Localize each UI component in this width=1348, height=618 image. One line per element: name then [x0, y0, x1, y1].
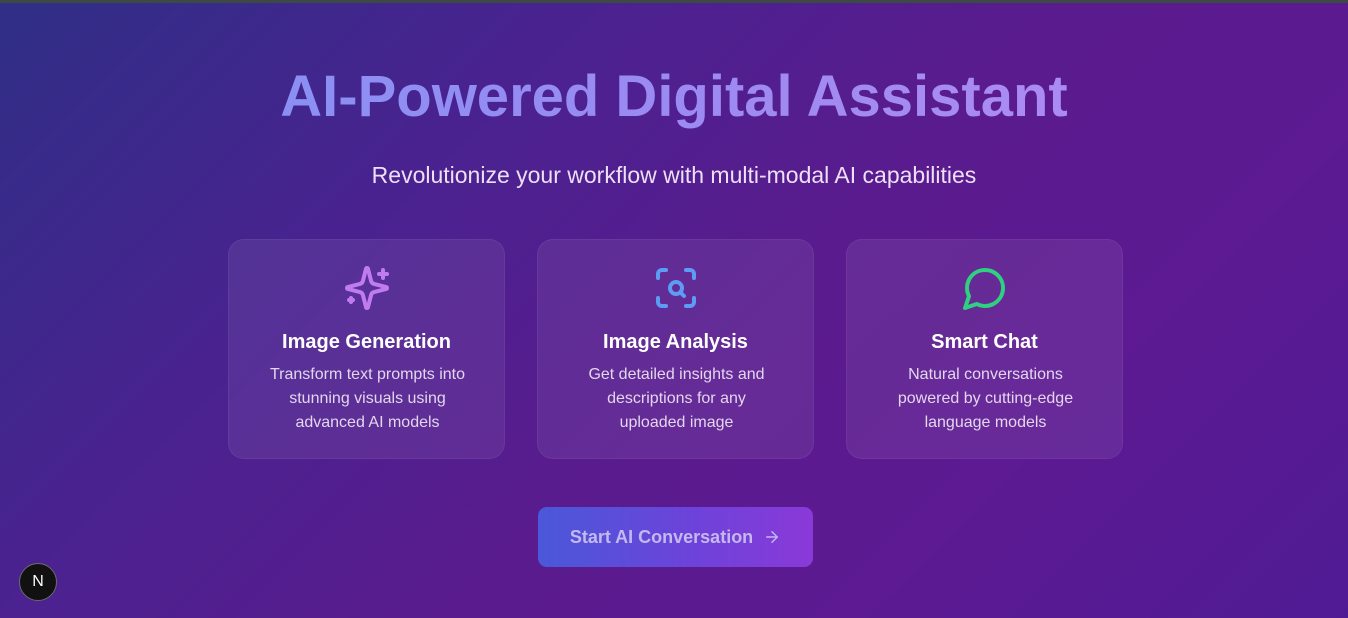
feature-card-image-analysis: Image Analysis Get detailed insights and… [537, 239, 814, 459]
nextjs-dev-badge[interactable]: N [19, 563, 57, 601]
sparkles-icon [344, 266, 389, 310]
feature-description: Get detailed insights and descriptions f… [588, 366, 765, 431]
browser-top-border [0, 0, 1348, 3]
feature-card-smart-chat: Smart Chat Natural conversations powered… [846, 239, 1123, 459]
feature-description: Natural conversations powered by cutting… [897, 366, 1074, 431]
page-title: AI-Powered Digital Assistant [0, 62, 1348, 132]
start-conversation-label: Start AI Conversation [569, 526, 754, 547]
start-conversation-button[interactable]: Start AI Conversation [538, 507, 813, 567]
feature-title: Image Analysis [603, 331, 748, 353]
feature-title: Smart Chat [931, 331, 1038, 353]
feature-title: Image Generation [282, 331, 451, 353]
page-subtitle: Revolutionize your workflow with multi-m… [371, 162, 977, 188]
scan-search-icon [655, 268, 696, 308]
arrow-right-icon [766, 531, 779, 543]
message-circle-icon [962, 268, 1005, 310]
feature-description: Transform text prompts into stunning vis… [269, 366, 466, 431]
feature-card-image-generation: Image Generation Transform text prompts … [228, 239, 505, 459]
